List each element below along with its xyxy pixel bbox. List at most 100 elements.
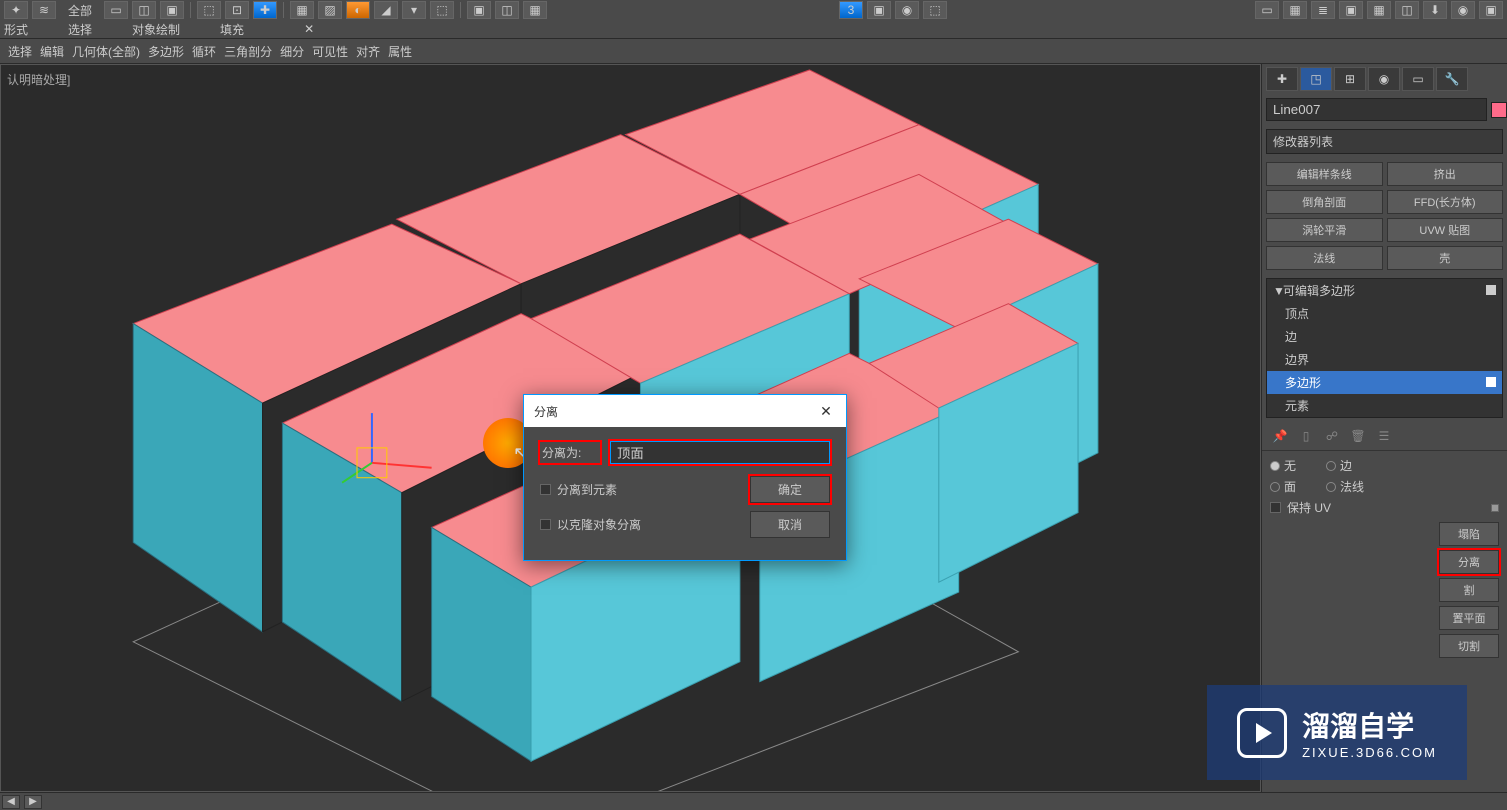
detach-as-clone-checkbox[interactable] [540, 519, 551, 530]
detach-as-label: 分离为: [540, 442, 600, 463]
tool-icon-24[interactable]: ◫ [1395, 1, 1419, 19]
tab-motion[interactable]: ◉ [1368, 67, 1400, 91]
tool-icon-18[interactable]: ⬚ [923, 1, 947, 19]
btn-normal[interactable]: 法线 [1266, 246, 1383, 270]
tool-icon-orange[interactable]: ◐ [346, 1, 370, 19]
tool-icon-2[interactable]: ≋ [32, 1, 56, 19]
menu-select[interactable]: 选择 [4, 39, 36, 64]
bottom-prev[interactable]: ◀ [2, 795, 20, 809]
tab-utilities[interactable]: 🔧 [1436, 67, 1468, 91]
menu-triangulate[interactable]: 三角剖分 [220, 39, 276, 64]
tab-create[interactable]: ✚ [1266, 67, 1298, 91]
menu-edit[interactable]: 编辑 [36, 39, 68, 64]
stack-editable-poly[interactable]: ▼可编辑多边形 [1267, 279, 1502, 302]
btn-cut[interactable]: 割 [1439, 578, 1499, 602]
detach-as-input[interactable] [610, 441, 830, 464]
viewport-label: 认明暗处理] [7, 71, 70, 88]
menu-subdivide[interactable]: 细分 [276, 39, 308, 64]
tool-icon-22[interactable]: ▣ [1339, 1, 1363, 19]
btn-slice-plane[interactable]: 置平面 [1439, 606, 1499, 630]
tool-icon-17[interactable]: ◉ [895, 1, 919, 19]
menu-properties[interactable]: 属性 [384, 39, 416, 64]
btn-turbosmooth[interactable]: 涡轮平滑 [1266, 218, 1383, 242]
btn-detach[interactable]: 分离 [1439, 550, 1499, 574]
menu-polygon[interactable]: 多边形 [144, 39, 188, 64]
dialog-titlebar[interactable]: 分离 ✕ [524, 395, 846, 427]
tool-icon-19[interactable]: ▭ [1255, 1, 1279, 19]
tool-icon-puzzle[interactable]: ✚ [253, 1, 277, 19]
modifier-stack[interactable]: ▼可编辑多边形 顶点 边 边界 多边形 元素 [1266, 278, 1503, 418]
stack-element[interactable]: 元素 [1267, 394, 1502, 417]
modifier-list-dropdown[interactable]: 修改器列表 [1266, 129, 1503, 154]
right-panel: ✚ ◳ ⊞ ◉ ▭ 🔧 修改器列表 编辑样条线 挤出 倒角剖面 FFD(长方体)… [1261, 64, 1507, 792]
preserve-uv-settings[interactable] [1491, 504, 1499, 512]
btn-slice[interactable]: 切割 [1439, 634, 1499, 658]
tool-icon-21[interactable]: ≣ [1311, 1, 1335, 19]
tool-icon-5[interactable]: ▣ [160, 1, 184, 19]
tool-icon-26[interactable]: ◉ [1451, 1, 1475, 19]
stack-tool-unique[interactable]: ☍ [1322, 426, 1342, 446]
tool-icon-25[interactable]: ⬇ [1423, 1, 1447, 19]
bottom-next[interactable]: ▶ [24, 795, 42, 809]
tool-icon-user[interactable]: 3 [839, 1, 863, 19]
tool-icon-1[interactable]: ✦ [4, 1, 28, 19]
tool-icon-12[interactable]: ⬚ [430, 1, 454, 19]
stack-tool-delete[interactable]: 🗑 [1348, 426, 1368, 446]
btn-shell[interactable]: 壳 [1387, 246, 1504, 270]
tool-icon-9[interactable]: ▨ [318, 1, 342, 19]
stack-edge[interactable]: 边 [1267, 325, 1502, 348]
tool-icon-15[interactable]: ▦ [523, 1, 547, 19]
viewport[interactable]: 认明暗处理] [0, 64, 1261, 792]
menu-loop[interactable]: 循环 [188, 39, 220, 64]
object-name-input[interactable] [1266, 98, 1487, 121]
radio-edge[interactable] [1326, 461, 1336, 471]
detach-dialog: 分离 ✕ 分离为: 分离到元素 确定 [523, 394, 847, 561]
watermark-url: ZIXUE.3D66.COM [1302, 745, 1437, 760]
second-row-close-icon[interactable]: ✕ [304, 22, 314, 36]
object-color-swatch[interactable] [1491, 102, 1507, 118]
tool-icon-16[interactable]: ▣ [867, 1, 891, 19]
detach-as-clone-label: 以克隆对象分离 [557, 516, 641, 533]
btn-edit-spline[interactable]: 编辑样条线 [1266, 162, 1383, 186]
preserve-uv-checkbox[interactable] [1270, 502, 1281, 513]
stack-tool-config[interactable]: ☰ [1374, 426, 1394, 446]
tool-icon-8[interactable]: ▦ [290, 1, 314, 19]
detach-to-element-checkbox[interactable] [540, 484, 551, 495]
tool-icon-23[interactable]: ▦ [1367, 1, 1391, 19]
tool-icon-20[interactable]: ▦ [1283, 1, 1307, 19]
menu-align[interactable]: 对齐 [352, 39, 384, 64]
tab-display[interactable]: ▭ [1402, 67, 1434, 91]
menu-visibility[interactable]: 可见性 [308, 39, 352, 64]
menu-geometry-all[interactable]: 几何体(全部) [68, 39, 144, 64]
dialog-close-button[interactable]: ✕ [816, 401, 836, 421]
tool-icon-6[interactable]: ⬚ [197, 1, 221, 19]
bottom-bar: ◀ ▶ [0, 792, 1507, 810]
tool-icon-3[interactable]: ▭ [104, 1, 128, 19]
dialog-ok-button[interactable]: 确定 [750, 476, 830, 503]
tool-icon-27[interactable]: ▣ [1479, 1, 1503, 19]
tool-icon-10[interactable]: ◢ [374, 1, 398, 19]
stack-tool-pin[interactable]: 📌 [1270, 426, 1290, 446]
tool-icon-14[interactable]: ◫ [495, 1, 519, 19]
btn-ffd-box[interactable]: FFD(长方体) [1387, 190, 1504, 214]
tab-hierarchy[interactable]: ⊞ [1334, 67, 1366, 91]
stack-polygon[interactable]: 多边形 [1267, 371, 1502, 394]
tool-icon-7[interactable]: ⊡ [225, 1, 249, 19]
stack-vertex[interactable]: 顶点 [1267, 302, 1502, 325]
stack-border[interactable]: 边界 [1267, 348, 1502, 371]
radio-normal[interactable] [1326, 482, 1336, 492]
btn-collapse[interactable]: 塌陷 [1439, 522, 1499, 546]
radio-face[interactable] [1270, 482, 1280, 492]
stack-tool-show[interactable]: ▯ [1296, 426, 1316, 446]
radio-none[interactable] [1270, 461, 1280, 471]
tab-modify[interactable]: ◳ [1300, 67, 1332, 91]
second-row: 形式 选择 对象绘制 填充 ✕ [0, 20, 1507, 38]
tool-icon-4[interactable]: ◫ [132, 1, 156, 19]
btn-uvw-map[interactable]: UVW 贴图 [1387, 218, 1504, 242]
btn-extrude[interactable]: 挤出 [1387, 162, 1504, 186]
btn-chamfer-profile[interactable]: 倒角剖面 [1266, 190, 1383, 214]
dialog-cancel-button[interactable]: 取消 [750, 511, 830, 538]
tool-icon-13[interactable]: ▣ [467, 1, 491, 19]
second-row-format: 形式 [4, 21, 28, 38]
tool-icon-11[interactable]: ▾ [402, 1, 426, 19]
